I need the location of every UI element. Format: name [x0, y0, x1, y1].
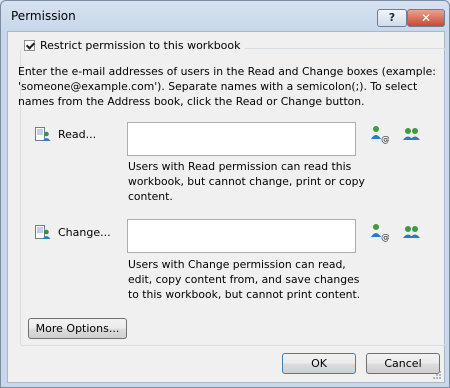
permission-dialog: Permission ? ✕ Restrict permission to th…	[0, 0, 450, 388]
read-button[interactable]: Read...	[35, 126, 96, 142]
change-users-input[interactable]	[127, 219, 356, 253]
instructions-text: Enter the e-mail addresses of users in t…	[18, 65, 436, 108]
ok-button[interactable]: OK	[282, 353, 356, 374]
read-button-label: Read...	[58, 127, 97, 141]
svg-text:@: @	[381, 233, 389, 242]
title-bar: Permission ? ✕	[1, 1, 449, 31]
dialog-body: Restrict permission to this workbook Ent…	[7, 31, 446, 383]
address-book-user-icon	[35, 225, 51, 239]
address-book-user-icon	[35, 127, 51, 141]
svg-text:@: @	[381, 135, 389, 144]
change-button[interactable]: Change...	[35, 224, 111, 240]
change-button-label: Change...	[58, 225, 111, 239]
check-names-icon[interactable]: @	[369, 222, 389, 242]
restrict-permission-label: Restrict permission to this workbook	[40, 39, 241, 52]
restrict-permission-checkbox[interactable]	[24, 40, 35, 51]
read-permission-help: Users with Read permission can read this…	[128, 160, 365, 203]
help-button[interactable]: ?	[377, 9, 407, 27]
restrict-permission-option[interactable]: Restrict permission to this workbook	[22, 39, 245, 52]
close-icon: ✕	[420, 11, 432, 25]
dialog-title: Permission	[11, 9, 76, 23]
address-book-icon[interactable]	[401, 222, 421, 242]
cancel-button[interactable]: Cancel	[366, 353, 440, 374]
resize-grip-icon[interactable]	[432, 370, 442, 380]
more-options-button[interactable]: More Options...	[28, 318, 127, 339]
address-book-icon[interactable]	[401, 124, 421, 144]
change-permission-help: Users with Change permission can read, e…	[128, 258, 361, 301]
close-button[interactable]: ✕	[407, 9, 445, 27]
read-users-input[interactable]	[127, 122, 356, 156]
help-icon: ?	[388, 11, 396, 24]
check-names-icon[interactable]: @	[369, 124, 389, 144]
